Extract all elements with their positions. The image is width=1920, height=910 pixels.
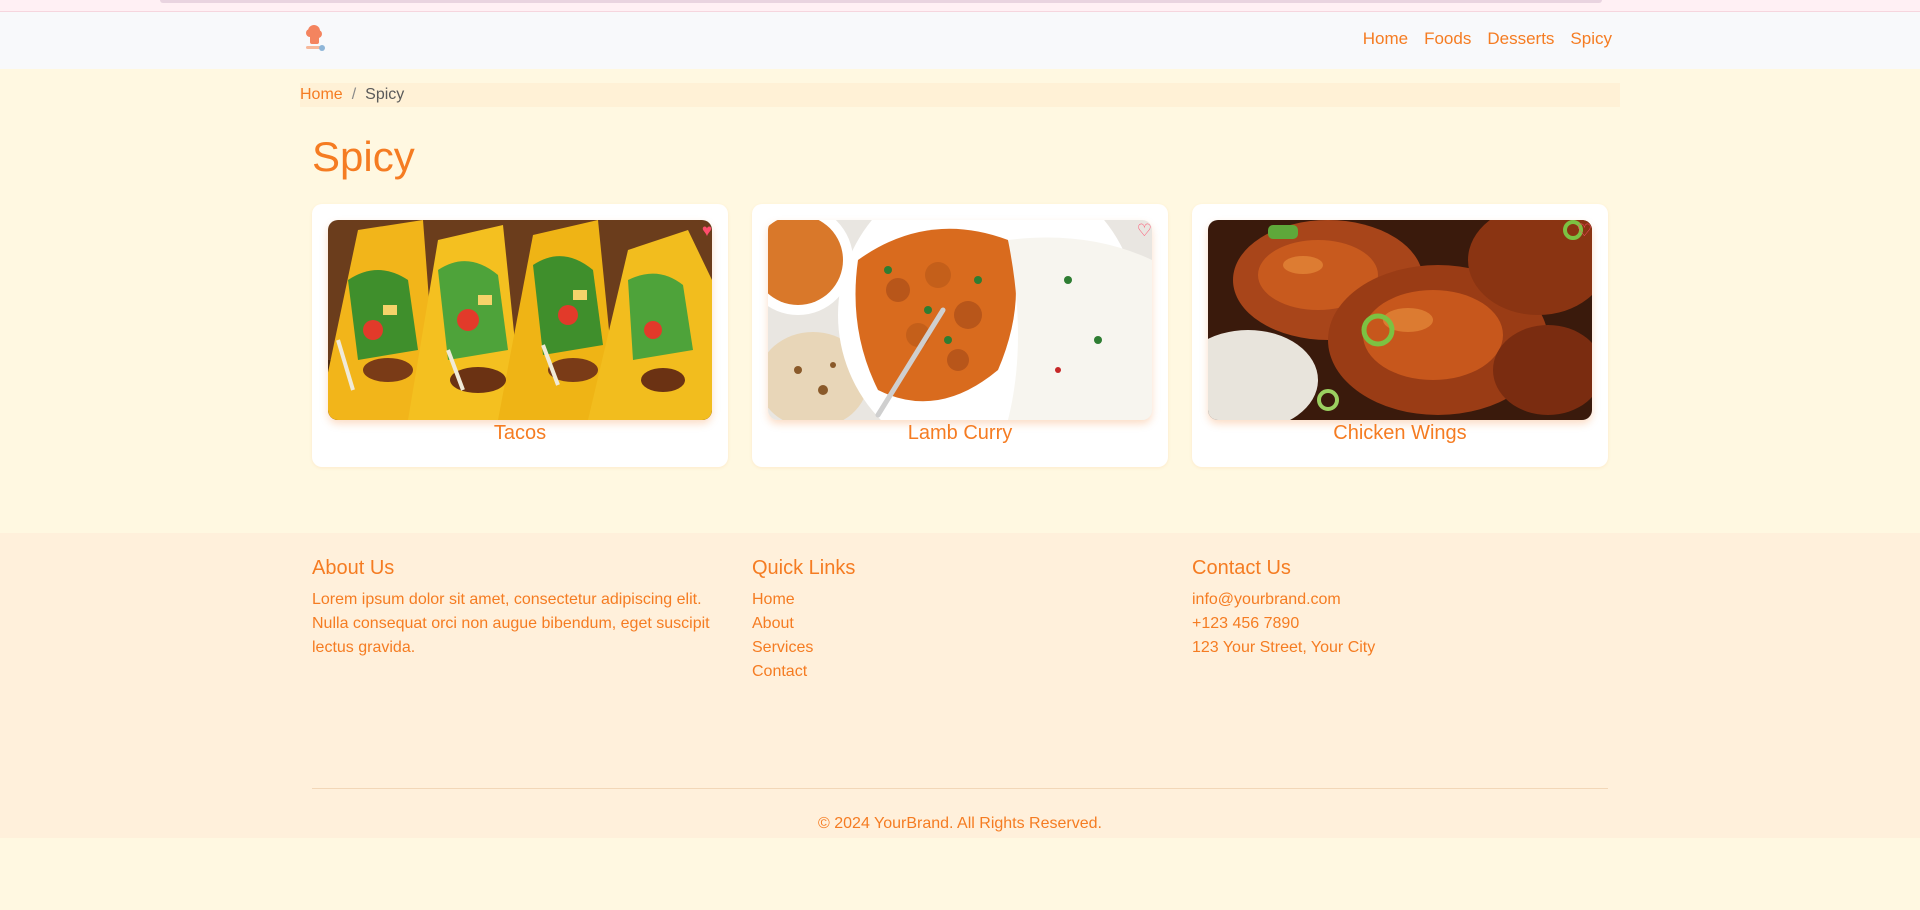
heart-filled-icon[interactable]: ♥	[702, 222, 712, 239]
food-card-chicken-wings[interactable]: ♡ Chicken Wings	[1192, 204, 1608, 467]
breadcrumb-current: Spicy	[365, 86, 405, 103]
nav-links: Home Foods Desserts Spicy	[1363, 29, 1612, 49]
nav-link-home[interactable]: Home	[1363, 29, 1408, 49]
navbar: Home Foods Desserts Spicy	[0, 12, 1920, 69]
nav-link-foods[interactable]: Foods	[1424, 29, 1471, 49]
breadcrumb-home-link[interactable]: Home	[300, 86, 343, 104]
footer-divider	[312, 788, 1608, 789]
footer-contact-section: Contact Us info@yourbrand.com +123 456 7…	[1192, 557, 1608, 660]
chicken-wings-image[interactable]	[1208, 220, 1592, 420]
footer-contact-heading: Contact Us	[1192, 557, 1291, 579]
footer-copyright: © 2024 YourBrand. All Rights Reserved.	[818, 815, 1102, 832]
footer-link-services[interactable]: Services	[752, 636, 1168, 660]
footer-link-home[interactable]: Home	[752, 588, 1168, 612]
card-name-chicken-wings[interactable]: Chicken Wings	[1192, 422, 1608, 445]
footer-link-about[interactable]: About	[752, 612, 1168, 636]
footer: About Us Lorem ipsum dolor sit amet, con…	[0, 533, 1920, 838]
lamb-curry-image[interactable]	[768, 220, 1152, 420]
food-card-tacos[interactable]: ♥ Tacos	[312, 204, 728, 467]
heart-outline-icon[interactable]: ♡	[1577, 222, 1592, 239]
nav-link-spicy[interactable]: Spicy	[1570, 29, 1612, 49]
card-name-tacos[interactable]: Tacos	[312, 422, 728, 445]
footer-about-text: Lorem ipsum dolor sit amet, consectetur …	[312, 591, 710, 656]
card-name-lamb-curry[interactable]: Lamb Curry	[752, 422, 1168, 445]
heart-outline-icon[interactable]: ♡	[1137, 222, 1152, 239]
chef-hat-logo-icon[interactable]	[300, 22, 332, 56]
browser-top-strip	[0, 0, 1920, 12]
footer-quick-links-section: Quick Links Home About Services Contact	[752, 557, 1168, 684]
footer-contact-email[interactable]: info@yourbrand.com	[1192, 588, 1608, 612]
breadcrumb: Home / Spicy	[300, 83, 1620, 107]
breadcrumb-separator: /	[351, 86, 357, 103]
footer-quick-links-heading: Quick Links	[752, 557, 856, 579]
tacos-image[interactable]	[328, 220, 712, 420]
nav-link-desserts[interactable]: Desserts	[1487, 29, 1554, 49]
footer-about-heading: About Us	[312, 557, 395, 579]
footer-contact-phone[interactable]: +123 456 7890	[1192, 612, 1608, 636]
footer-link-contact[interactable]: Contact	[752, 660, 1168, 684]
top-strip-bar	[160, 0, 1602, 3]
food-card-grid: ♥ Tacos ♡ Lamb Curry ♡ Chicken Wings	[312, 204, 1608, 467]
page-title: Spicy	[312, 133, 415, 180]
footer-contact-address: 123 Your Street, Your City	[1192, 639, 1376, 656]
food-card-lamb-curry[interactable]: ♡ Lamb Curry	[752, 204, 1168, 467]
footer-about-section: About Us Lorem ipsum dolor sit amet, con…	[312, 557, 728, 660]
